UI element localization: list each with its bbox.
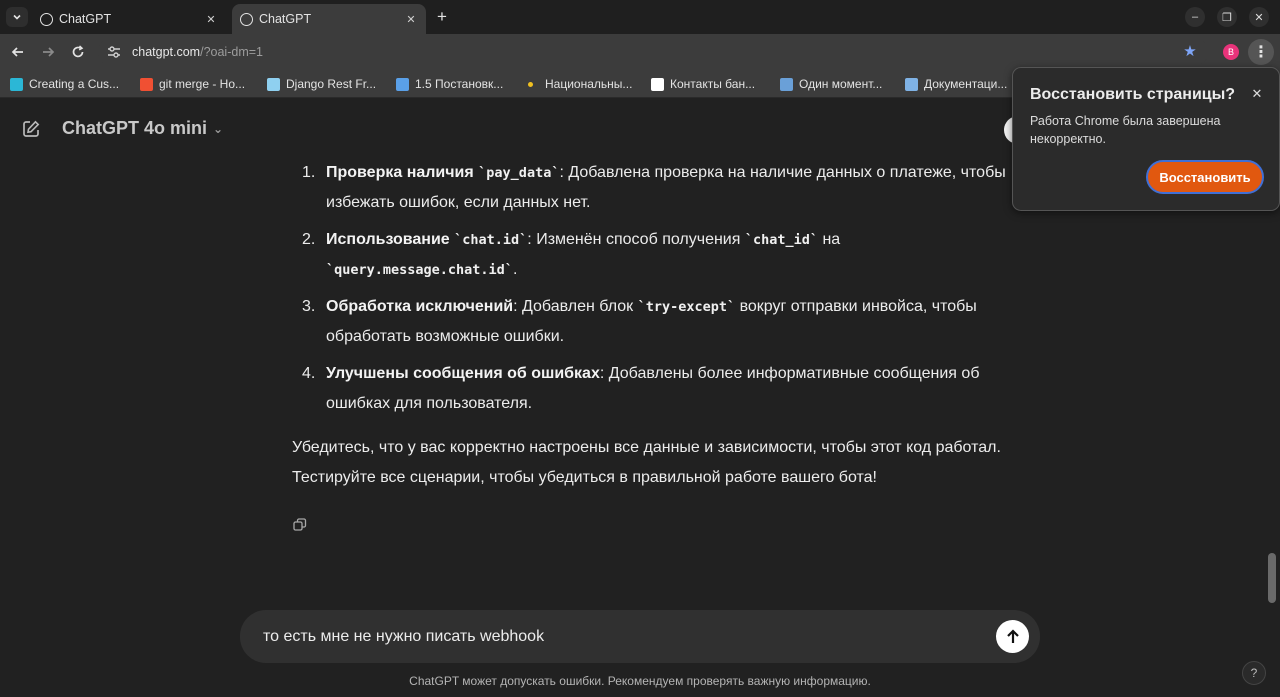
model-label: ChatGPT 4o mini [62, 118, 208, 138]
bookmark-star-icon[interactable]: ★ [1182, 44, 1198, 60]
bookmark-item[interactable]: Документаци... [905, 76, 1007, 92]
bookmark-item[interactable]: Один момент... [780, 76, 882, 92]
cube-icon [10, 77, 23, 91]
close-window-button[interactable]: ✕ [1249, 7, 1269, 27]
forward-button[interactable] [38, 42, 58, 62]
reload-button[interactable] [68, 42, 88, 62]
docs-icon [905, 77, 918, 91]
list-number: 3. [302, 298, 316, 315]
address-bar[interactable]: chatgpt.com/?oai-dm=1 [98, 38, 1208, 66]
tab-title: ChatGPT [59, 12, 112, 26]
new-tab-button[interactable]: + [432, 7, 452, 26]
item-heading: Улучшены сообщения об ошибках [326, 365, 600, 382]
bookmark-label: Контакты бан... [670, 77, 756, 91]
bookmark-site-icon [396, 77, 409, 91]
reload-icon [72, 45, 84, 58]
restore-pages-dialog: Восстановить страницы? ✕ Работа Chrome б… [1012, 67, 1280, 211]
bookmark-label: Django Rest Fr... [286, 77, 377, 91]
arrow-up-icon [1006, 628, 1019, 643]
disclaimer-text: ChatGPT может допускать ошибки. Рекоменд… [409, 674, 871, 688]
close-icon[interactable]: ✕ [1249, 86, 1265, 102]
item-text: . [512, 261, 518, 278]
minimize-button[interactable]: – [1185, 7, 1205, 27]
pencil-square-icon [23, 120, 40, 137]
copy-icon[interactable] [293, 518, 309, 534]
restore-window-button[interactable]: ❐ [1217, 7, 1237, 27]
git-icon [140, 77, 153, 91]
inline-code: `pay_data` [478, 165, 560, 181]
chatgpt-favicon-icon [240, 12, 253, 26]
chevron-down-icon [13, 14, 21, 20]
profile-avatar[interactable]: B [1223, 44, 1239, 60]
inline-code: `query.message.chat.id` [326, 262, 513, 278]
tab-close-icon[interactable]: ✕ [404, 12, 418, 26]
inline-code: `chat_id` [744, 232, 819, 248]
url-path: /?oai-dm=1 [200, 45, 263, 59]
message-composer[interactable]: то есть мне не нужно писать webhook [240, 610, 1040, 663]
chatgpt-favicon-icon [40, 12, 53, 26]
bookmark-item[interactable]: Creating a Cus... [10, 76, 119, 92]
arrow-right-icon [43, 47, 55, 57]
item-text: на [818, 231, 841, 248]
item-heading: Обработка исключений [326, 298, 514, 315]
tab-title: ChatGPT [259, 12, 312, 26]
dot-icon [528, 81, 533, 87]
url-host: chatgpt.com [132, 45, 201, 59]
assistant-message: 1. Проверка наличия `pay_data` : Добавлен… [292, 158, 1032, 493]
model-selector[interactable]: ChatGPT 4o mini ⌄ [62, 118, 223, 139]
browser-menu-icon[interactable]: ⋮ [1248, 39, 1274, 65]
inline-code: `chat.id` [454, 232, 528, 248]
item-text: : Добавлен блок [513, 298, 638, 315]
inline-code: `try-except` [637, 299, 736, 315]
bookmark-item[interactable]: Национальны... [524, 76, 632, 92]
arrow-left-icon [11, 47, 23, 57]
list-item: 3. Обработка исключений: Добавлен блок `… [292, 292, 1032, 352]
list-number: 4. [302, 365, 316, 382]
tab-close-icon[interactable]: ✕ [204, 12, 218, 26]
item-text: : Изменён способ получения [527, 231, 745, 248]
item-heading: Использование [326, 231, 450, 248]
bookmark-item[interactable]: Контакты бан... [651, 76, 755, 92]
back-button[interactable] [8, 42, 28, 62]
tab-chatgpt-2[interactable]: ChatGPT ✕ [232, 4, 426, 34]
bookmark-label: Национальны... [545, 77, 633, 91]
bookmark-label: git merge - Ho... [159, 77, 246, 91]
list-item: 4. Улучшены сообщения об ошибках: Добавл… [292, 359, 1032, 419]
changes-list: 1. Проверка наличия `pay_data` : Добавлен… [292, 158, 1032, 419]
tab-strip: ChatGPT ✕ ChatGPT ✕ + – ❐ ✕ [0, 0, 1280, 34]
list-item: 1. Проверка наличия `pay_data`: Добавлен… [292, 158, 1032, 218]
dialog-title: Восстановить страницы? [1030, 86, 1236, 103]
site-info-icon[interactable] [106, 44, 122, 60]
bookmark-label: Один момент... [799, 77, 883, 91]
drf-icon [267, 77, 280, 91]
bookmark-label: 1.5 Постановк... [415, 77, 504, 91]
bookmark-item[interactable]: Django Rest Fr... [267, 76, 376, 92]
new-chat-button[interactable] [21, 119, 41, 139]
tab-search-button[interactable] [6, 7, 28, 27]
browser-toolbar: chatgpt.com/?oai-dm=1 ★ B ⋮ [0, 34, 1280, 70]
closing-paragraph: Убедитесь, что у вас корректно настроены… [292, 439, 1001, 486]
bookmark-item[interactable]: 1.5 Постановк... [396, 76, 503, 92]
bookmark-label: Документаци... [924, 77, 1008, 91]
chevron-down-icon: ⌄ [213, 121, 224, 136]
tab-chatgpt-1[interactable]: ChatGPT ✕ [32, 4, 226, 34]
item-heading: Проверка наличия [326, 164, 474, 181]
list-number: 2. [302, 231, 316, 248]
bank-icon [651, 77, 664, 91]
bookmark-label: Creating a Cus... [29, 77, 120, 91]
list-number: 1. [302, 164, 316, 181]
help-button[interactable]: ? [1242, 661, 1266, 685]
it-icon [780, 77, 793, 91]
composer-input-text[interactable]: то есть мне не нужно писать webhook [263, 628, 544, 646]
scrollbar-thumb[interactable] [1268, 553, 1276, 603]
list-item: 2. Использование `chat.id`: Изменён спос… [292, 225, 1032, 285]
bookmark-item[interactable]: git merge - Ho... [140, 76, 245, 92]
restore-button[interactable]: Восстановить [1146, 160, 1264, 194]
send-button[interactable] [996, 620, 1029, 653]
dialog-body: Работа Chrome была завершена некорректно… [1030, 114, 1221, 146]
